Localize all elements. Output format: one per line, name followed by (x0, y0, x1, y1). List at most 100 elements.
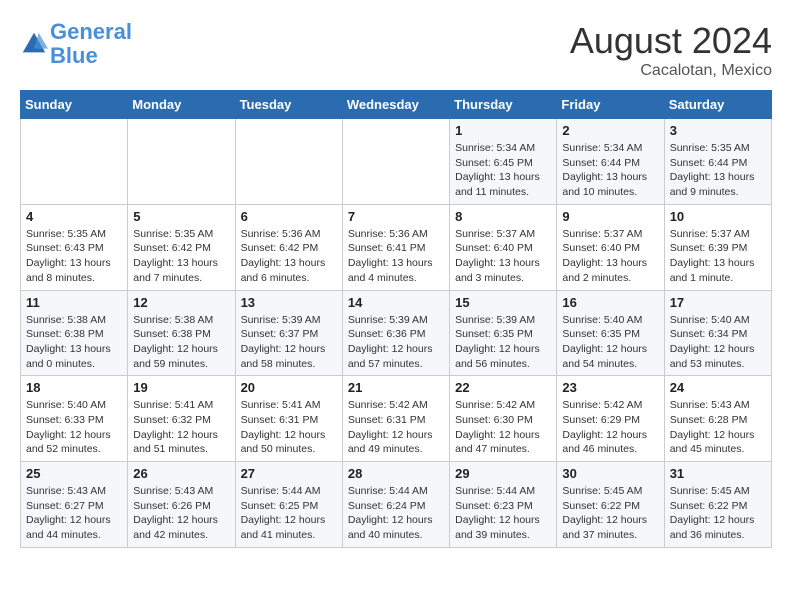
calendar-cell: 10 Sunrise: 5:37 AM Sunset: 6:39 PM Dayli… (664, 204, 771, 290)
day-detail: Sunrise: 5:39 AM Sunset: 6:35 PM Dayligh… (455, 313, 551, 372)
day-detail: Sunrise: 5:39 AM Sunset: 6:37 PM Dayligh… (241, 313, 337, 372)
calendar-cell: 28 Sunrise: 5:44 AM Sunset: 6:24 PM Dayli… (342, 462, 449, 548)
calendar-cell (235, 119, 342, 205)
day-number: 10 (670, 209, 766, 224)
calendar-week-1: 1 Sunrise: 5:34 AM Sunset: 6:45 PM Daylig… (21, 119, 772, 205)
calendar-week-4: 18Sunrise: 5:40 AM Sunset: 6:33 PM Dayli… (21, 376, 772, 462)
weekday-header-wednesday: Wednesday (342, 91, 449, 119)
day-number: 4 (26, 209, 122, 224)
day-detail: Sunrise: 5:41 AM Sunset: 6:31 PM Dayligh… (241, 398, 337, 457)
calendar-cell: 30 Sunrise: 5:45 AM Sunset: 6:22 PM Dayli… (557, 462, 664, 548)
calendar-cell (21, 119, 128, 205)
day-number: 26 (133, 466, 229, 481)
day-number: 31 (670, 466, 766, 481)
location: Cacalotan, Mexico (570, 62, 772, 80)
day-detail: Sunrise: 5:44 AM Sunset: 6:23 PM Dayligh… (455, 484, 551, 543)
day-number: 11 (26, 295, 122, 310)
logo: General Blue (20, 20, 132, 68)
calendar-cell: 16 Sunrise: 5:40 AM Sunset: 6:35 PM Dayli… (557, 290, 664, 376)
day-detail: Sunrise: 5:43 AM Sunset: 6:26 PM Dayligh… (133, 484, 229, 543)
day-number: 5 (133, 209, 229, 224)
day-detail: Sunrise: 5:42 AM Sunset: 6:30 PM Dayligh… (455, 398, 551, 457)
day-detail: Sunrise: 5:35 AM Sunset: 6:44 PM Dayligh… (670, 141, 766, 200)
day-number: 7 (348, 209, 444, 224)
calendar-cell: 4 Sunrise: 5:35 AM Sunset: 6:43 PM Daylig… (21, 204, 128, 290)
day-detail: Sunrise: 5:44 AM Sunset: 6:24 PM Dayligh… (348, 484, 444, 543)
day-number: 19 (133, 380, 229, 395)
day-detail: Sunrise: 5:42 AM Sunset: 6:29 PM Dayligh… (562, 398, 658, 457)
day-detail: Sunrise: 5:45 AM Sunset: 6:22 PM Dayligh… (562, 484, 658, 543)
day-detail: Sunrise: 5:34 AM Sunset: 6:44 PM Dayligh… (562, 141, 658, 200)
calendar-cell: 22 Sunrise: 5:42 AM Sunset: 6:30 PM Dayli… (450, 376, 557, 462)
calendar-cell: 29Sunrise: 5:44 AM Sunset: 6:23 PM Dayli… (450, 462, 557, 548)
weekday-header-tuesday: Tuesday (235, 91, 342, 119)
day-number: 2 (562, 123, 658, 138)
day-number: 17 (670, 295, 766, 310)
day-number: 16 (562, 295, 658, 310)
day-detail: Sunrise: 5:37 AM Sunset: 6:39 PM Dayligh… (670, 227, 766, 286)
day-number: 28 (348, 466, 444, 481)
calendar-cell: 3 Sunrise: 5:35 AM Sunset: 6:44 PM Daylig… (664, 119, 771, 205)
day-number: 25 (26, 466, 122, 481)
weekday-header-row: SundayMondayTuesdayWednesdayThursdayFrid… (21, 91, 772, 119)
day-detail: Sunrise: 5:43 AM Sunset: 6:28 PM Dayligh… (670, 398, 766, 457)
calendar-cell: 9 Sunrise: 5:37 AM Sunset: 6:40 PM Daylig… (557, 204, 664, 290)
day-number: 22 (455, 380, 551, 395)
month-year: August 2024 (570, 20, 772, 62)
calendar-week-5: 25 Sunrise: 5:43 AM Sunset: 6:27 PM Dayli… (21, 462, 772, 548)
day-detail: Sunrise: 5:37 AM Sunset: 6:40 PM Dayligh… (455, 227, 551, 286)
day-number: 30 (562, 466, 658, 481)
day-detail: Sunrise: 5:36 AM Sunset: 6:41 PM Dayligh… (348, 227, 444, 286)
day-number: 23 (562, 380, 658, 395)
day-detail: Sunrise: 5:43 AM Sunset: 6:27 PM Dayligh… (26, 484, 122, 543)
calendar-cell: 15Sunrise: 5:39 AM Sunset: 6:35 PM Dayli… (450, 290, 557, 376)
calendar-cell: 8 Sunrise: 5:37 AM Sunset: 6:40 PM Daylig… (450, 204, 557, 290)
calendar-cell: 13 Sunrise: 5:39 AM Sunset: 6:37 PM Dayli… (235, 290, 342, 376)
calendar-cell: 6Sunrise: 5:36 AM Sunset: 6:42 PM Daylig… (235, 204, 342, 290)
logo-blue: Blue (50, 43, 98, 68)
calendar-cell: 23 Sunrise: 5:42 AM Sunset: 6:29 PM Dayli… (557, 376, 664, 462)
day-detail: Sunrise: 5:35 AM Sunset: 6:43 PM Dayligh… (26, 227, 122, 286)
day-detail: Sunrise: 5:36 AM Sunset: 6:42 PM Dayligh… (241, 227, 337, 286)
day-number: 8 (455, 209, 551, 224)
day-number: 13 (241, 295, 337, 310)
calendar-cell: 12 Sunrise: 5:38 AM Sunset: 6:38 PM Dayli… (128, 290, 235, 376)
calendar-cell: 25 Sunrise: 5:43 AM Sunset: 6:27 PM Dayli… (21, 462, 128, 548)
calendar-cell: 19 Sunrise: 5:41 AM Sunset: 6:32 PM Dayli… (128, 376, 235, 462)
day-number: 1 (455, 123, 551, 138)
weekday-header-thursday: Thursday (450, 91, 557, 119)
calendar-cell: 17Sunrise: 5:40 AM Sunset: 6:34 PM Dayli… (664, 290, 771, 376)
calendar-cell: 5 Sunrise: 5:35 AM Sunset: 6:42 PM Daylig… (128, 204, 235, 290)
day-number: 12 (133, 295, 229, 310)
calendar-week-2: 4 Sunrise: 5:35 AM Sunset: 6:43 PM Daylig… (21, 204, 772, 290)
day-detail: Sunrise: 5:41 AM Sunset: 6:32 PM Dayligh… (133, 398, 229, 457)
day-detail: Sunrise: 5:42 AM Sunset: 6:31 PM Dayligh… (348, 398, 444, 457)
day-number: 9 (562, 209, 658, 224)
day-detail: Sunrise: 5:34 AM Sunset: 6:45 PM Dayligh… (455, 141, 551, 200)
day-detail: Sunrise: 5:44 AM Sunset: 6:25 PM Dayligh… (241, 484, 337, 543)
day-detail: Sunrise: 5:35 AM Sunset: 6:42 PM Dayligh… (133, 227, 229, 286)
calendar-cell: 1 Sunrise: 5:34 AM Sunset: 6:45 PM Daylig… (450, 119, 557, 205)
day-number: 27 (241, 466, 337, 481)
logo-icon (20, 30, 48, 58)
day-detail: Sunrise: 5:38 AM Sunset: 6:38 PM Dayligh… (133, 313, 229, 372)
calendar-cell: 14Sunrise: 5:39 AM Sunset: 6:36 PM Dayli… (342, 290, 449, 376)
weekday-header-monday: Monday (128, 91, 235, 119)
day-number: 18 (26, 380, 122, 395)
title-block: August 2024 Cacalotan, Mexico (570, 20, 772, 80)
page-header: General Blue August 2024 Cacalotan, Mexi… (20, 20, 772, 80)
calendar-cell: 27 Sunrise: 5:44 AM Sunset: 6:25 PM Dayli… (235, 462, 342, 548)
day-detail: Sunrise: 5:37 AM Sunset: 6:40 PM Dayligh… (562, 227, 658, 286)
day-number: 24 (670, 380, 766, 395)
calendar-cell: 26 Sunrise: 5:43 AM Sunset: 6:26 PM Dayli… (128, 462, 235, 548)
day-number: 3 (670, 123, 766, 138)
logo-general: General (50, 19, 132, 44)
calendar-week-3: 11 Sunrise: 5:38 AM Sunset: 6:38 PM Dayli… (21, 290, 772, 376)
weekday-header-sunday: Sunday (21, 91, 128, 119)
calendar-table: SundayMondayTuesdayWednesdayThursdayFrid… (20, 90, 772, 548)
calendar-cell: 18Sunrise: 5:40 AM Sunset: 6:33 PM Dayli… (21, 376, 128, 462)
day-detail: Sunrise: 5:40 AM Sunset: 6:35 PM Dayligh… (562, 313, 658, 372)
calendar-cell (128, 119, 235, 205)
calendar-cell: 11Sunrise: 5:38 AM Sunset: 6:38 PM Dayli… (21, 290, 128, 376)
day-number: 20 (241, 380, 337, 395)
